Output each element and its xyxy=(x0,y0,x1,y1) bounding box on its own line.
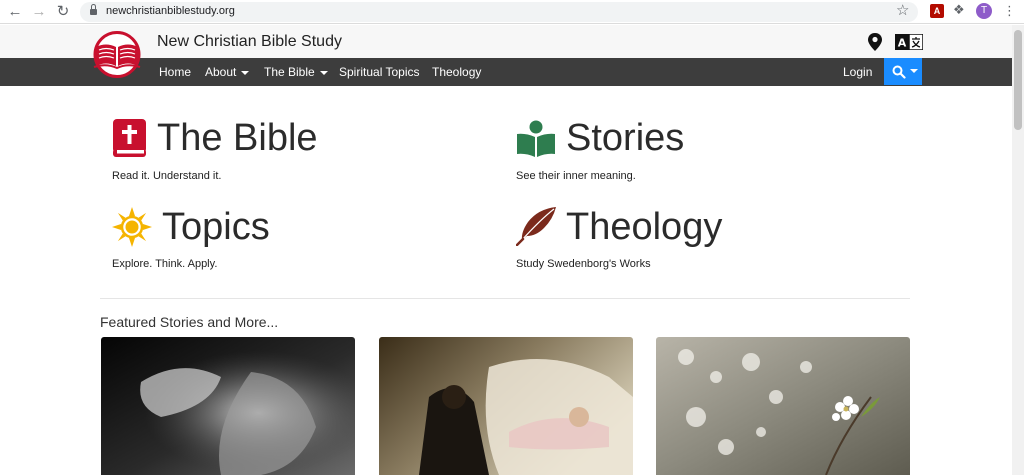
featured-card-blossoms[interactable] xyxy=(656,337,910,475)
kebab-menu-icon[interactable]: ⋮ xyxy=(1003,3,1016,19)
svg-text:A: A xyxy=(898,37,907,50)
arrow-left-icon[interactable]: ← xyxy=(6,3,24,21)
location-pin-icon[interactable] xyxy=(866,32,884,52)
nav-the-bible[interactable]: The Bible xyxy=(264,65,328,79)
section-topics-subtitle: Explore. Think. Apply. xyxy=(112,258,218,270)
login-link[interactable]: Login xyxy=(843,65,872,79)
featured-card-painting[interactable] xyxy=(379,337,633,475)
nav-home[interactable]: Home xyxy=(159,65,191,79)
bible-book-icon xyxy=(113,119,146,157)
chevron-down-icon xyxy=(910,69,918,73)
star-icon[interactable]: ☆ xyxy=(896,1,909,19)
site-title[interactable]: New Christian Bible Study xyxy=(157,33,342,51)
section-stories-subtitle: See their inner meaning. xyxy=(516,170,636,182)
site-header xyxy=(0,25,1012,58)
section-theology-title[interactable]: Theology xyxy=(566,206,722,249)
divider xyxy=(100,298,910,299)
nav-about[interactable]: About xyxy=(205,65,250,79)
nav-spiritual-topics[interactable]: Spiritual Topics xyxy=(339,65,419,79)
section-bible-title[interactable]: The Bible xyxy=(157,117,318,160)
chevron-down-icon xyxy=(241,70,250,75)
praying-woman-image xyxy=(101,337,355,475)
search-button[interactable] xyxy=(884,58,922,85)
address-bar[interactable]: newchristianbiblestudy.org ☆ xyxy=(80,2,918,22)
chevron-down-icon xyxy=(319,70,328,75)
site-logo[interactable] xyxy=(87,31,147,78)
quill-icon xyxy=(516,207,556,246)
profile-avatar[interactable]: T xyxy=(976,3,992,19)
section-theology-subtitle: Study Swedenborg's Works xyxy=(516,258,651,270)
section-topics-title[interactable]: Topics xyxy=(162,206,270,249)
translate-icon[interactable]: A xyxy=(895,34,923,50)
lock-icon xyxy=(90,4,97,16)
featured-card-prayer[interactable] xyxy=(101,337,355,475)
blossom-image xyxy=(656,337,910,475)
section-stories-title[interactable]: Stories xyxy=(566,117,684,160)
browser-toolbar: ← → ↻ newchristianbiblestudy.org ☆ A ❖ T… xyxy=(0,0,1024,24)
sun-icon xyxy=(112,207,152,247)
search-icon xyxy=(892,65,906,79)
arrow-right-icon[interactable]: → xyxy=(30,3,48,21)
featured-heading: Featured Stories and More... xyxy=(100,314,279,330)
nav-theology[interactable]: Theology xyxy=(432,65,481,79)
reload-icon[interactable]: ↻ xyxy=(54,3,72,21)
pdf-extension-icon[interactable]: A xyxy=(930,4,944,18)
scrollbar-thumb[interactable] xyxy=(1014,30,1022,130)
painting-image xyxy=(379,337,633,475)
puzzle-icon[interactable]: ❖ xyxy=(953,3,967,17)
person-reading-icon xyxy=(517,120,555,157)
section-bible-subtitle: Read it. Understand it. xyxy=(112,170,222,182)
url-text: newchristianbiblestudy.org xyxy=(106,5,235,17)
